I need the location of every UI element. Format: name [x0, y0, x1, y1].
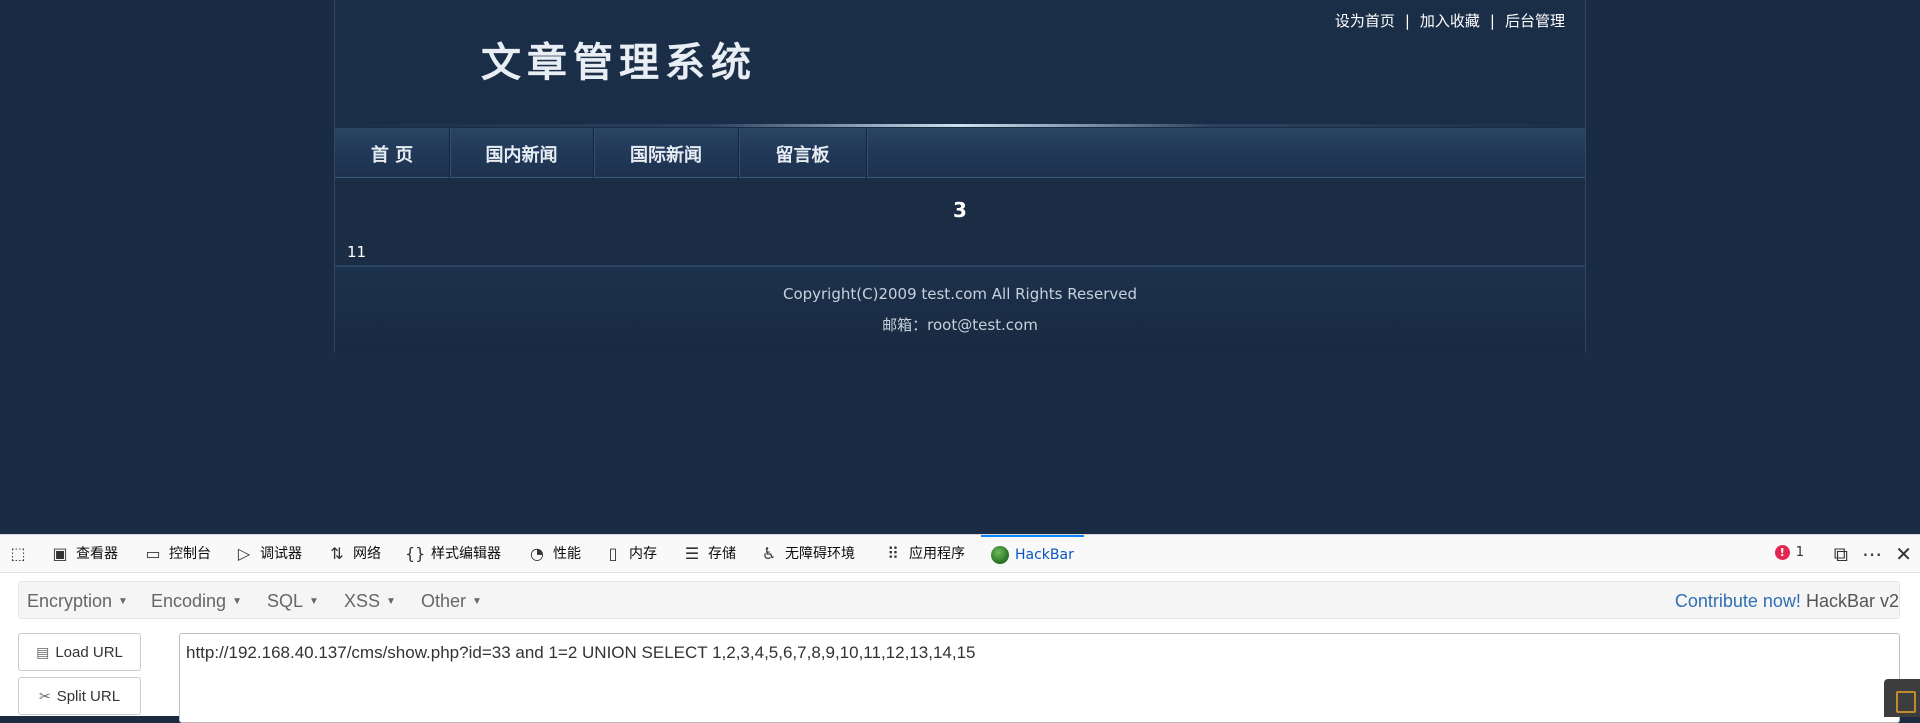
tab-label: 调试器	[260, 546, 302, 562]
caret-down-icon: ▼	[118, 596, 128, 608]
tab-style-editor[interactable]: {} 样式编辑器	[405, 535, 501, 573]
load-icon: ▤	[36, 643, 50, 660]
tab-label: 网络	[353, 546, 381, 562]
tab-label: 查看器	[76, 546, 118, 562]
tab-accessibility[interactable]: ♿ 无障碍环境	[759, 535, 855, 573]
add-favorite-link[interactable]: 加入收藏	[1420, 12, 1480, 30]
dock-options-icon[interactable]: ⧉	[1834, 535, 1848, 573]
tab-label: 无障碍环境	[785, 546, 855, 562]
article-title: 3	[953, 198, 967, 222]
tab-performance[interactable]: ◔ 性能	[527, 535, 581, 573]
nav-item-international-news[interactable]: 国际新闻	[594, 128, 739, 178]
separator: |	[1489, 12, 1495, 30]
hackbar-version: HackBar v2	[1805, 591, 1899, 611]
tab-label: 样式编辑器	[431, 546, 501, 562]
more-options-icon[interactable]: ⋯	[1862, 535, 1882, 573]
caret-down-icon: ▼	[309, 596, 319, 608]
split-url-label: Split URL	[56, 687, 121, 705]
console-icon: ▭	[145, 544, 161, 563]
xss-menu[interactable]: XSS ▼	[344, 582, 396, 620]
nav-item-home[interactable]: 首 页	[335, 128, 450, 178]
top-links: 设为首页 | 加入收藏 | 后台管理	[1335, 10, 1565, 31]
caret-down-icon: ▼	[386, 596, 396, 608]
load-url-button[interactable]: ▤ Load URL	[18, 633, 141, 671]
tab-label: 性能	[553, 546, 581, 562]
site-container: 文章管理系统 设为首页 | 加入收藏 | 后台管理 首 页 国内新闻 国际新闻 留言板 …	[334, 0, 1586, 353]
application-icon: ⠿	[887, 544, 899, 563]
tab-label: HackBar	[1015, 547, 1074, 563]
set-homepage-link[interactable]: 设为首页	[1335, 12, 1395, 30]
hackbar-branding: Contribute now! HackBar v2	[1675, 582, 1899, 620]
tab-inspector[interactable]: ▣ 查看器	[50, 535, 118, 573]
load-url-label: Load URL	[55, 643, 123, 661]
other-menu[interactable]: Other ▼	[421, 582, 482, 620]
tab-label: 应用程序	[909, 546, 965, 562]
contact-email: 邮箱：root@test.com	[882, 316, 1038, 334]
tab-label: 内存	[629, 546, 657, 562]
error-count: 1	[1795, 545, 1804, 560]
site-header: 文章管理系统 设为首页 | 加入收藏 | 后台管理	[335, 0, 1585, 127]
storage-icon: ☰	[684, 544, 700, 563]
debugger-icon: ▷	[237, 544, 251, 563]
scissors-icon: ✂	[38, 687, 51, 704]
tab-application[interactable]: ⠿ 应用程序	[883, 535, 965, 573]
element-picker-button[interactable]: ⬚	[8, 535, 28, 573]
caret-down-icon: ▼	[232, 596, 242, 608]
error-icon: !	[1774, 545, 1790, 560]
separator: |	[1404, 12, 1410, 30]
main-nav: 首 页 国内新闻 国际新闻 留言板	[335, 128, 1585, 178]
element-picker-icon: ⬚	[10, 544, 26, 563]
web-page: 文章管理系统 设为首页 | 加入收藏 | 后台管理 首 页 国内新闻 国际新闻 留言板 …	[0, 0, 1920, 534]
inspector-icon: ▣	[52, 544, 68, 563]
encryption-menu[interactable]: Encryption ▼	[27, 582, 128, 620]
tab-console[interactable]: ▭ 控制台	[143, 535, 211, 573]
url-textarea[interactable]: http://192.168.40.137/cms/show.php?id=33…	[179, 633, 1900, 723]
tab-storage[interactable]: ☰ 存储	[682, 535, 736, 573]
encoding-menu[interactable]: Encoding ▼	[151, 582, 242, 620]
close-icon[interactable]: ✕	[1895, 535, 1912, 573]
network-icon: ⇅	[330, 544, 344, 563]
header-divider	[335, 124, 1585, 127]
split-url-button[interactable]: ✂ Split URL	[18, 677, 141, 715]
memory-icon: ▯	[608, 544, 618, 563]
devtools-tabbar: ⬚ ▣ 查看器 ▭ 控制台 ▷ 调试器 ⇅ 网络 {} 样式编辑器 ◔ 性能 ▯…	[0, 535, 1920, 573]
admin-link[interactable]: 后台管理	[1505, 12, 1565, 30]
article-body: 11	[347, 243, 367, 261]
tray-app-icon[interactable]	[1884, 679, 1920, 717]
tab-network[interactable]: ⇅ 网络	[327, 535, 381, 573]
site-footer: Copyright(C)2009 test.com All Rights Res…	[335, 265, 1585, 353]
caret-down-icon: ▼	[472, 596, 482, 608]
nav-item-domestic-news[interactable]: 国内新闻	[450, 128, 594, 178]
hackbar-toolbar: Encryption ▼ Encoding ▼ SQL ▼ XSS ▼ Other ▼ C…	[18, 581, 1900, 619]
contribute-link[interactable]: Contribute now!	[1675, 591, 1801, 611]
copyright-text: Copyright(C)2009 test.com All Rights Res…	[782, 285, 1138, 303]
tab-label: 控制台	[169, 546, 211, 562]
site-title: 文章管理系统	[481, 39, 757, 86]
tab-debugger[interactable]: ▷ 调试器	[234, 535, 302, 573]
sql-menu[interactable]: SQL ▼	[267, 582, 319, 620]
accessibility-icon: ♿	[761, 544, 777, 563]
performance-icon: ◔	[530, 544, 544, 563]
tab-memory[interactable]: ▯ 内存	[603, 535, 657, 573]
devtools-panel: ⬚ ▣ 查看器 ▭ 控制台 ▷ 调试器 ⇅ 网络 {} 样式编辑器 ◔ 性能 ▯…	[0, 534, 1920, 723]
tab-label: 存储	[708, 546, 736, 562]
style-editor-icon: {}	[405, 544, 426, 563]
error-count-badge[interactable]: ! 1	[1774, 545, 1804, 560]
hackbar-icon	[991, 546, 1009, 564]
tab-hackbar[interactable]: HackBar	[981, 535, 1084, 573]
nav-item-guestbook[interactable]: 留言板	[739, 128, 867, 178]
